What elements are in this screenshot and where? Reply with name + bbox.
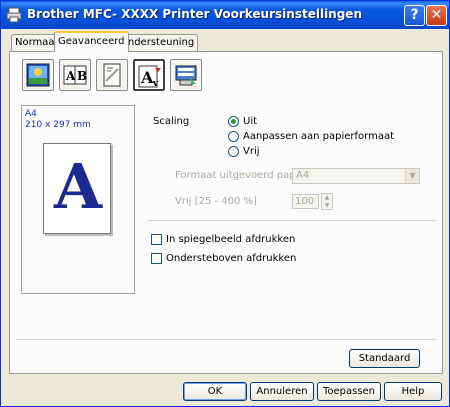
- svg-text:v: v: [152, 79, 159, 88]
- scaling-off-radio[interactable]: [228, 116, 239, 127]
- color-settings-icon: [26, 63, 50, 87]
- svg-text:B: B: [77, 69, 87, 83]
- duplex-booklet-button[interactable]: A B: [59, 59, 91, 91]
- output-paper-select[interactable]: A4 ▼: [292, 168, 420, 184]
- device-options-button[interactable]: [170, 59, 202, 91]
- scaling-label: Scaling: [153, 116, 190, 127]
- color-settings-button[interactable]: [22, 59, 54, 91]
- preview-letter: A: [53, 150, 103, 223]
- title-bar[interactable]: Brother MFC- XXXX Printer Voorkeursinste…: [1, 1, 449, 29]
- output-paper-value: A4: [296, 170, 310, 181]
- ok-button[interactable]: OK: [183, 382, 247, 401]
- scaling-button[interactable]: A v: [133, 59, 165, 91]
- close-button[interactable]: ✕: [426, 5, 447, 26]
- device-options-icon: [175, 65, 197, 86]
- output-paper-label: Formaat uitgevoerd papier: [175, 170, 309, 181]
- printer-icon: [6, 7, 22, 23]
- tab-geavanceerd[interactable]: Geavanceerd: [54, 31, 129, 52]
- chevron-down-icon: ▼: [405, 169, 419, 183]
- paper-name: A4: [25, 109, 37, 119]
- svg-text:A: A: [65, 69, 76, 83]
- svg-text:A: A: [140, 68, 154, 87]
- scaling-free-label[interactable]: Vrij: [243, 146, 260, 157]
- reverse-print-label[interactable]: Ondersteboven afdrukken: [166, 253, 296, 264]
- free-percent-input[interactable]: 100: [292, 194, 319, 209]
- printer-preferences-dialog: Brother MFC- XXXX Printer Voorkeursinste…: [0, 0, 450, 407]
- scaling-off-label[interactable]: Uit: [243, 116, 257, 127]
- help-title-button[interactable]: ?: [404, 5, 425, 26]
- scaling-fit-label[interactable]: Aanpassen aan papierformaat: [243, 131, 394, 142]
- spin-up-icon[interactable]: ▲: [322, 194, 332, 201]
- paper-size-info: A4 210 x 297 mm: [25, 109, 91, 131]
- watermark-button[interactable]: [96, 59, 128, 91]
- default-button[interactable]: Standaard: [349, 349, 420, 368]
- help-button[interactable]: Help: [384, 382, 442, 401]
- options-divider: [147, 220, 437, 221]
- scaling-icon: A v: [138, 65, 161, 88]
- cancel-button[interactable]: Annuleren: [250, 382, 314, 401]
- scaling-fit-radio[interactable]: [228, 131, 239, 142]
- mirror-print-checkbox[interactable]: [151, 234, 162, 245]
- watermark-icon: [103, 63, 121, 87]
- paper-dimensions: 210 x 297 mm: [25, 120, 91, 130]
- free-percent-spinner[interactable]: ▲ ▼: [321, 193, 333, 210]
- free-percent-label: Vrij [25 - 400 %]: [175, 196, 257, 207]
- mirror-print-label[interactable]: In spiegelbeeld afdrukken: [166, 234, 295, 245]
- duplex-booklet-icon: A B: [63, 65, 87, 85]
- window-title: Brother MFC- XXXX Printer Voorkeursinste…: [27, 7, 362, 21]
- preview-pane: A4 210 x 297 mm A: [21, 105, 135, 294]
- spin-down-icon[interactable]: ▼: [322, 202, 332, 209]
- bottom-divider: [16, 339, 437, 340]
- reverse-print-checkbox[interactable]: [151, 253, 162, 264]
- scaling-free-radio[interactable]: [228, 146, 239, 157]
- apply-button[interactable]: Toepassen: [317, 382, 381, 401]
- page-preview: A: [43, 143, 111, 234]
